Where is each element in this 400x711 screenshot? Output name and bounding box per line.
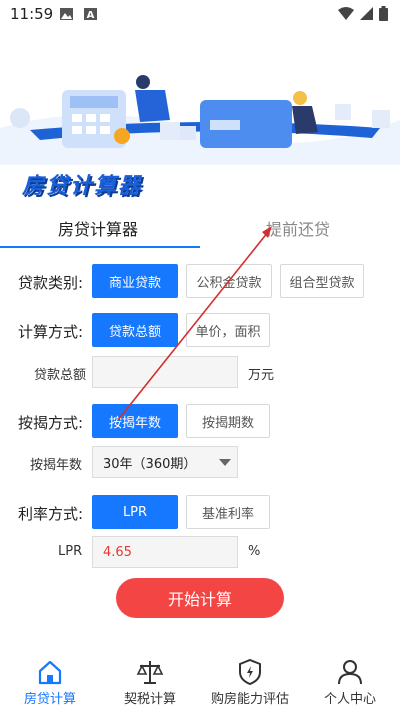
loan-total-unit: 万元 bbox=[248, 368, 275, 383]
bottom-nav: 房贷计算 契税计算 购房能力评估 个人中心 bbox=[0, 650, 400, 711]
banner-illustration bbox=[0, 75, 400, 165]
nav-item-affordability[interactable]: 购房能力评估 bbox=[200, 650, 300, 711]
mortgage-years-label: 按揭年数 bbox=[30, 458, 83, 473]
nav-label-affordability: 购房能力评估 bbox=[210, 692, 289, 707]
rate-method-lpr-button[interactable]: LPR bbox=[92, 495, 178, 529]
status-time: 11:59 bbox=[10, 5, 54, 23]
loan-type-label: 贷款类别: bbox=[18, 274, 84, 292]
calc-method-label: 计算方式: bbox=[18, 323, 84, 341]
start-calculation-button[interactable]: 开始计算 bbox=[116, 578, 284, 618]
mortgage-years-value: 30年（360期） bbox=[103, 456, 197, 472]
signal-icon bbox=[360, 7, 373, 20]
screen: 11:59 A 房贷计算器 房贷计算器 提前还贷 贷款类别: 商业贷款 公积金贷… bbox=[0, 0, 400, 711]
wifi-icon bbox=[338, 7, 354, 20]
calc-method-price-area-button[interactable]: 单价，面积 bbox=[186, 313, 270, 347]
scale-icon bbox=[136, 661, 164, 684]
lpr-unit: % bbox=[248, 544, 261, 559]
nav-label-mortgage: 房贷计算 bbox=[23, 692, 76, 707]
rate-method-label: 利率方式: bbox=[18, 505, 84, 523]
person-icon bbox=[338, 660, 362, 685]
tab-early-repayment[interactable]: 提前还贷 bbox=[266, 216, 330, 240]
calc-method-total-button[interactable]: 贷款总额 bbox=[92, 313, 178, 347]
image-icon bbox=[60, 8, 73, 20]
rate-method-benchmark-button[interactable]: 基准利率 bbox=[186, 495, 270, 529]
lpr-input[interactable]: 4.65 bbox=[92, 536, 238, 568]
brand-title: 房贷计算器 bbox=[22, 174, 143, 199]
status-bar: 11:59 A bbox=[0, 0, 400, 28]
tab-mortgage-calculator[interactable]: 房贷计算器 bbox=[58, 216, 138, 240]
tab-bar: 房贷计算器 提前还贷 bbox=[0, 206, 400, 250]
mortgage-years-select[interactable]: 30年（360期） bbox=[92, 446, 238, 478]
status-right bbox=[338, 6, 388, 21]
loan-type-provident-fund-button[interactable]: 公积金贷款 bbox=[186, 264, 272, 298]
mortgage-method-years-button[interactable]: 按揭年数 bbox=[92, 404, 178, 438]
loan-type-combined-button[interactable]: 组合型贷款 bbox=[280, 264, 364, 298]
a-app-icon: A bbox=[84, 8, 97, 20]
nav-label-deed-tax: 契税计算 bbox=[123, 692, 176, 707]
svg-text:A: A bbox=[87, 10, 95, 20]
mortgage-method-label: 按揭方式: bbox=[18, 414, 84, 432]
shield-bolt-icon bbox=[239, 658, 261, 686]
nav-item-mortgage[interactable]: 房贷计算 bbox=[0, 650, 100, 711]
loan-total-label: 贷款总额 bbox=[34, 368, 87, 383]
tab-active-indicator bbox=[0, 246, 200, 248]
nav-item-deed-tax[interactable]: 契税计算 bbox=[100, 650, 200, 711]
mortgage-method-periods-button[interactable]: 按揭期数 bbox=[186, 404, 270, 438]
nav-label-profile: 个人中心 bbox=[323, 692, 376, 707]
lpr-label: LPR bbox=[58, 544, 83, 559]
loan-total-input[interactable] bbox=[92, 356, 238, 388]
nav-item-profile[interactable]: 个人中心 bbox=[300, 650, 400, 711]
loan-type-commercial-button[interactable]: 商业贷款 bbox=[92, 264, 178, 298]
dropdown-caret-icon bbox=[219, 459, 231, 466]
house-icon bbox=[38, 660, 62, 685]
battery-icon bbox=[379, 6, 388, 21]
